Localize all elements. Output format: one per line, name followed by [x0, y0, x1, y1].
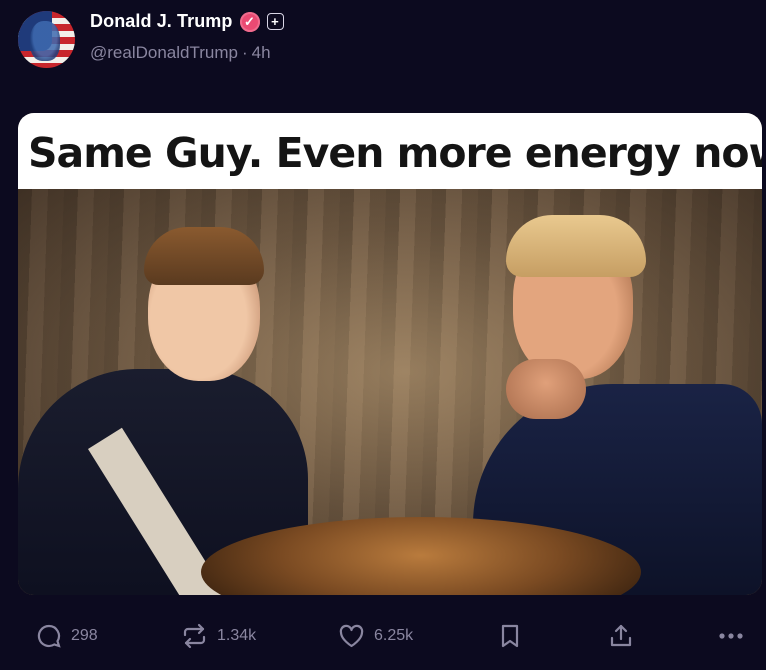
image-caption-bar: Same Guy. Even more energy now!	[18, 113, 762, 189]
avatar-portrait	[30, 21, 60, 61]
like-button[interactable]: 6.25k	[338, 612, 413, 660]
share-icon	[608, 623, 634, 649]
author-name-row: Donald J. Trump ✓ +	[90, 11, 284, 32]
image-headline: Same Guy. Even more energy now!	[28, 129, 762, 177]
verified-check-icon: ✓	[239, 11, 260, 32]
reply-count: 298	[71, 627, 98, 644]
right-figure-hair	[506, 215, 646, 277]
post-action-bar: 298 1.34k 6.25k	[0, 612, 766, 660]
plus-icon[interactable]: +	[266, 13, 284, 30]
reply-button[interactable]: 298	[36, 612, 98, 660]
author-handle[interactable]: @realDonaldTrump	[90, 43, 238, 62]
repost-button[interactable]: 1.34k	[181, 612, 256, 660]
repost-count: 1.34k	[217, 627, 257, 644]
repost-icon	[181, 623, 208, 649]
like-count: 6.25k	[374, 627, 414, 644]
share-button[interactable]	[608, 612, 634, 660]
more-horizontal-icon	[718, 632, 744, 640]
author-avatar[interactable]	[18, 11, 75, 68]
heart-icon	[338, 624, 365, 649]
post-image[interactable]: Same Guy. Even more energy now!	[18, 113, 762, 595]
bookmark-button[interactable]	[499, 612, 521, 660]
reply-icon	[36, 623, 62, 649]
image-photo	[18, 189, 762, 595]
post-timestamp[interactable]: 4h	[252, 43, 271, 62]
bookmark-icon	[499, 623, 521, 649]
left-figure-hair	[144, 227, 264, 285]
author-handle-row: @realDonaldTrump · 4h	[90, 43, 271, 63]
author-name[interactable]: Donald J. Trump	[90, 11, 233, 32]
more-options-button[interactable]	[718, 612, 744, 660]
meta-separator: ·	[241, 43, 248, 62]
right-figure-hands	[506, 359, 586, 419]
